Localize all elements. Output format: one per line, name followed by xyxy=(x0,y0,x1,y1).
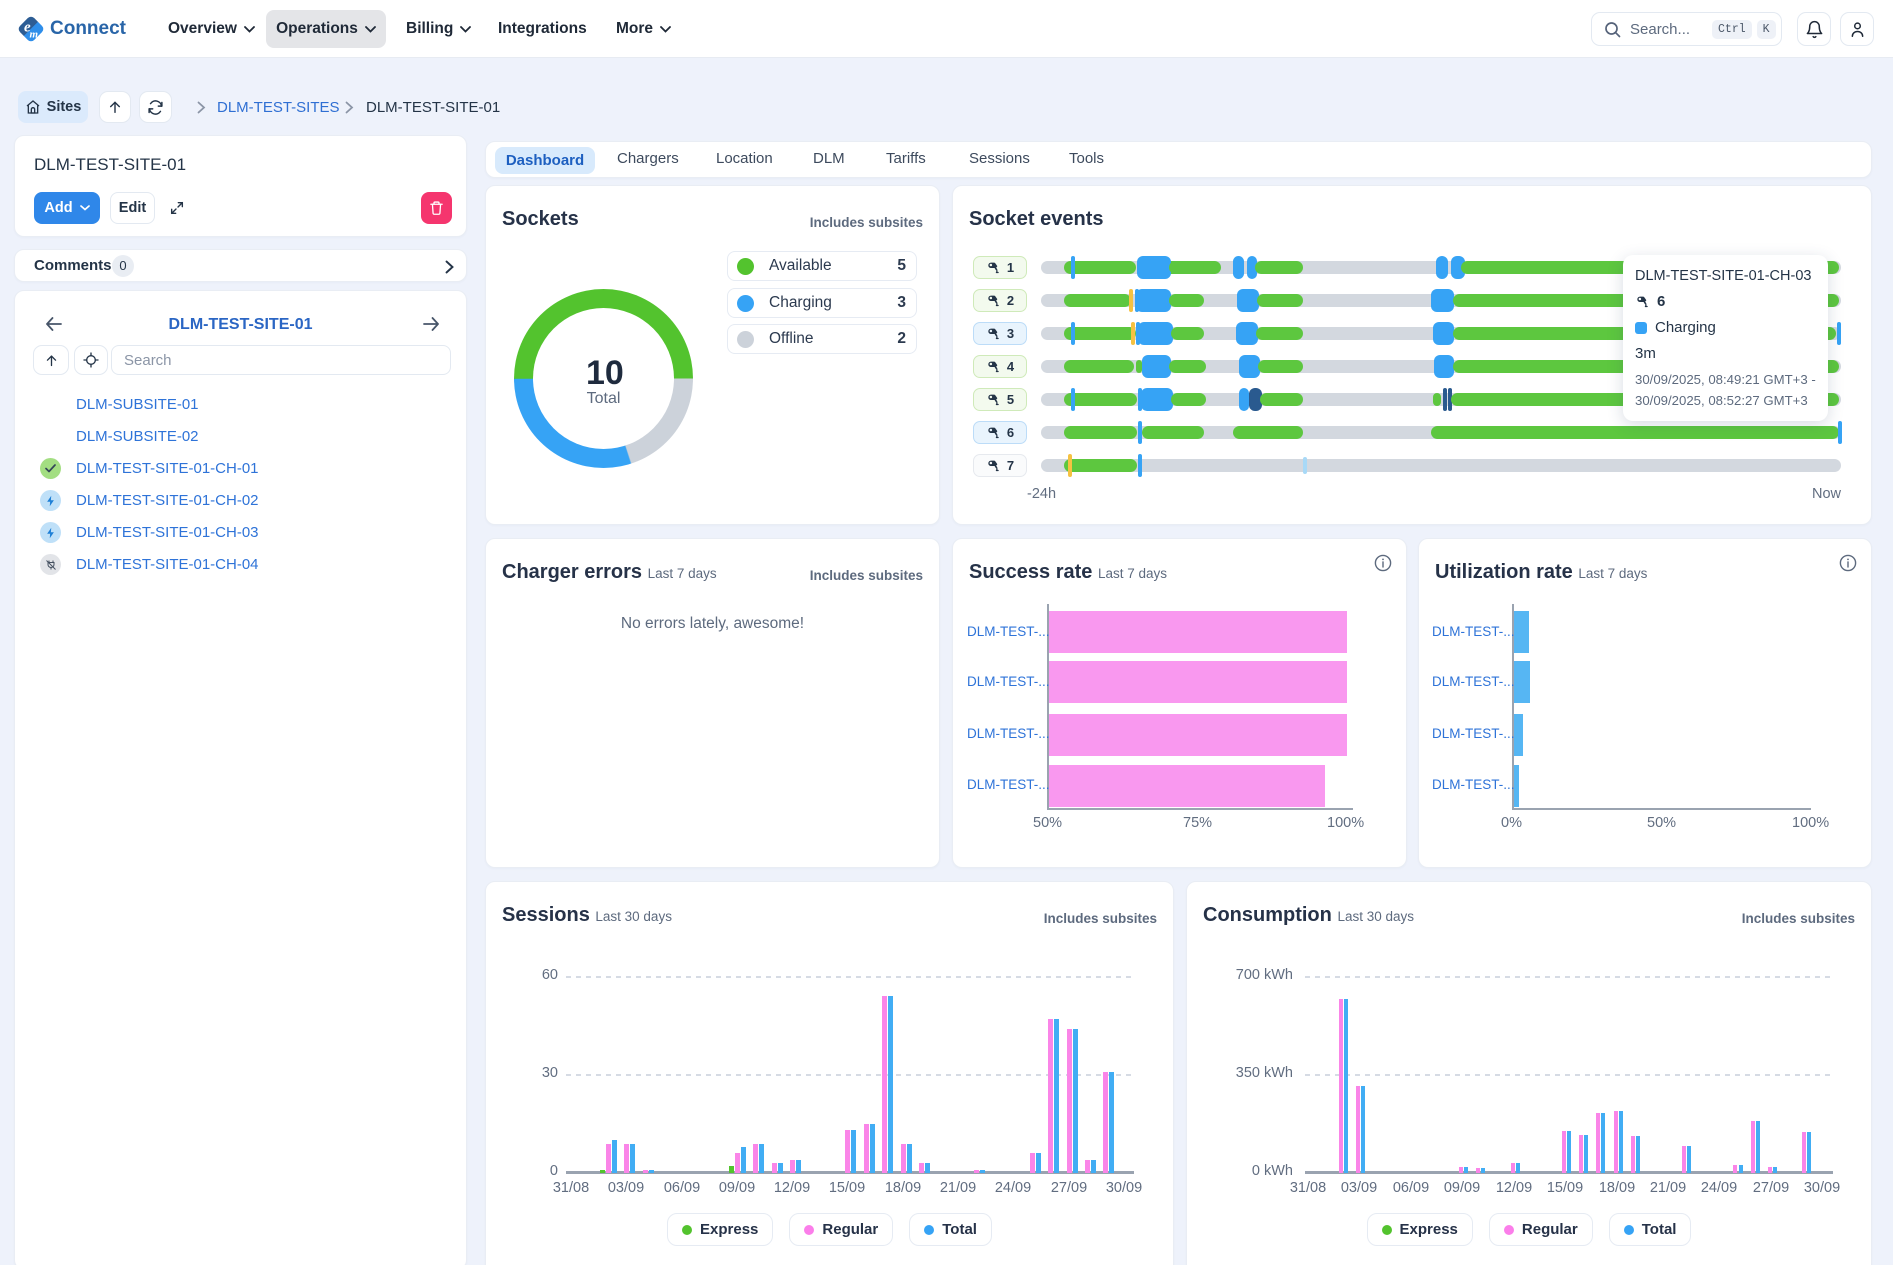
svg-text:m: m xyxy=(30,29,39,41)
